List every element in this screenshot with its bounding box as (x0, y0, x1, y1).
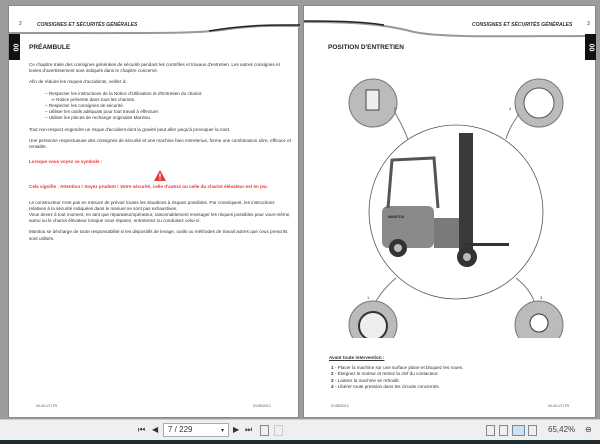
svg-text:4: 4 (509, 106, 512, 111)
chapter-tab: 00 (9, 34, 20, 60)
footer-ref: 00-00-V2 ITR (548, 404, 570, 408)
svg-text:1: 1 (367, 295, 370, 300)
footer-ref: 00-00-V2 ITR (36, 404, 58, 408)
page-number: 2 (19, 21, 22, 27)
zoom-level[interactable]: 65,42% (548, 425, 575, 434)
chevron-down-icon: ▾ (220, 428, 224, 434)
footer-date: 01/05/2013 (331, 404, 349, 408)
fit-page-icon[interactable] (260, 425, 269, 436)
taskbar (0, 440, 600, 444)
fit-width-icon[interactable] (274, 425, 283, 436)
zoom-out-button[interactable]: ⊖ (585, 425, 592, 434)
callout-3 (514, 277, 564, 338)
previous-page-button[interactable]: ◀ (152, 425, 158, 434)
header-title: CONSIGNES ET SÉCURITÉS GÉNÉRALES (472, 22, 573, 28)
header-swoosh (304, 20, 597, 38)
right-page: CONSIGNES ET SÉCURITÉS GÉNÉRALES 3 00 PO… (303, 5, 597, 418)
page-number: 3 (587, 21, 590, 27)
page-number-input[interactable]: 7 / 229 ▾ (163, 423, 229, 437)
footer-date: 01/05/2013 (253, 404, 271, 408)
svg-text:3: 3 (540, 295, 543, 300)
two-page-view-icon[interactable] (512, 425, 525, 436)
header-title: CONSIGNES ET SÉCURITÉS GÉNÉRALES (37, 22, 138, 28)
viewer-toolbar: ⏮ ◀ 7 / 229 ▾ ▶ ⏭ 65,42% ⊖ (0, 419, 600, 440)
left-page: 2 CONSIGNES ET SÉCURITÉS GÉNÉRALES 00 PR… (8, 5, 300, 418)
last-page-button[interactable]: ⏭ (245, 425, 252, 435)
svg-text:MANITOU: MANITOU (388, 215, 405, 219)
continuous-view-icon[interactable] (499, 425, 508, 436)
section-title: POSITION D'ENTRETIEN (328, 44, 404, 51)
chapter-tab: 00 (585, 34, 596, 60)
section-title: PRÉAMBULE (29, 44, 71, 51)
warning-icon (29, 170, 291, 184)
body-text: Ce chapitre traite des consignes général… (29, 62, 291, 241)
next-page-button[interactable]: ▶ (233, 425, 239, 434)
callout-4 (505, 78, 564, 140)
first-page-button[interactable]: ⏮ (138, 425, 145, 435)
maintenance-diagram: 2 4 1 3 MANITOU (348, 78, 564, 338)
step: 4 - Libérer toute pression dans les circ… (331, 383, 440, 389)
instructions: Avant toute intervention : 1 - Placer la… (329, 355, 591, 390)
single-page-view-icon[interactable] (486, 425, 495, 436)
callout-1 (348, 277, 398, 338)
callout-2 (348, 78, 409, 141)
two-page-continuous-view-icon[interactable] (528, 425, 537, 436)
